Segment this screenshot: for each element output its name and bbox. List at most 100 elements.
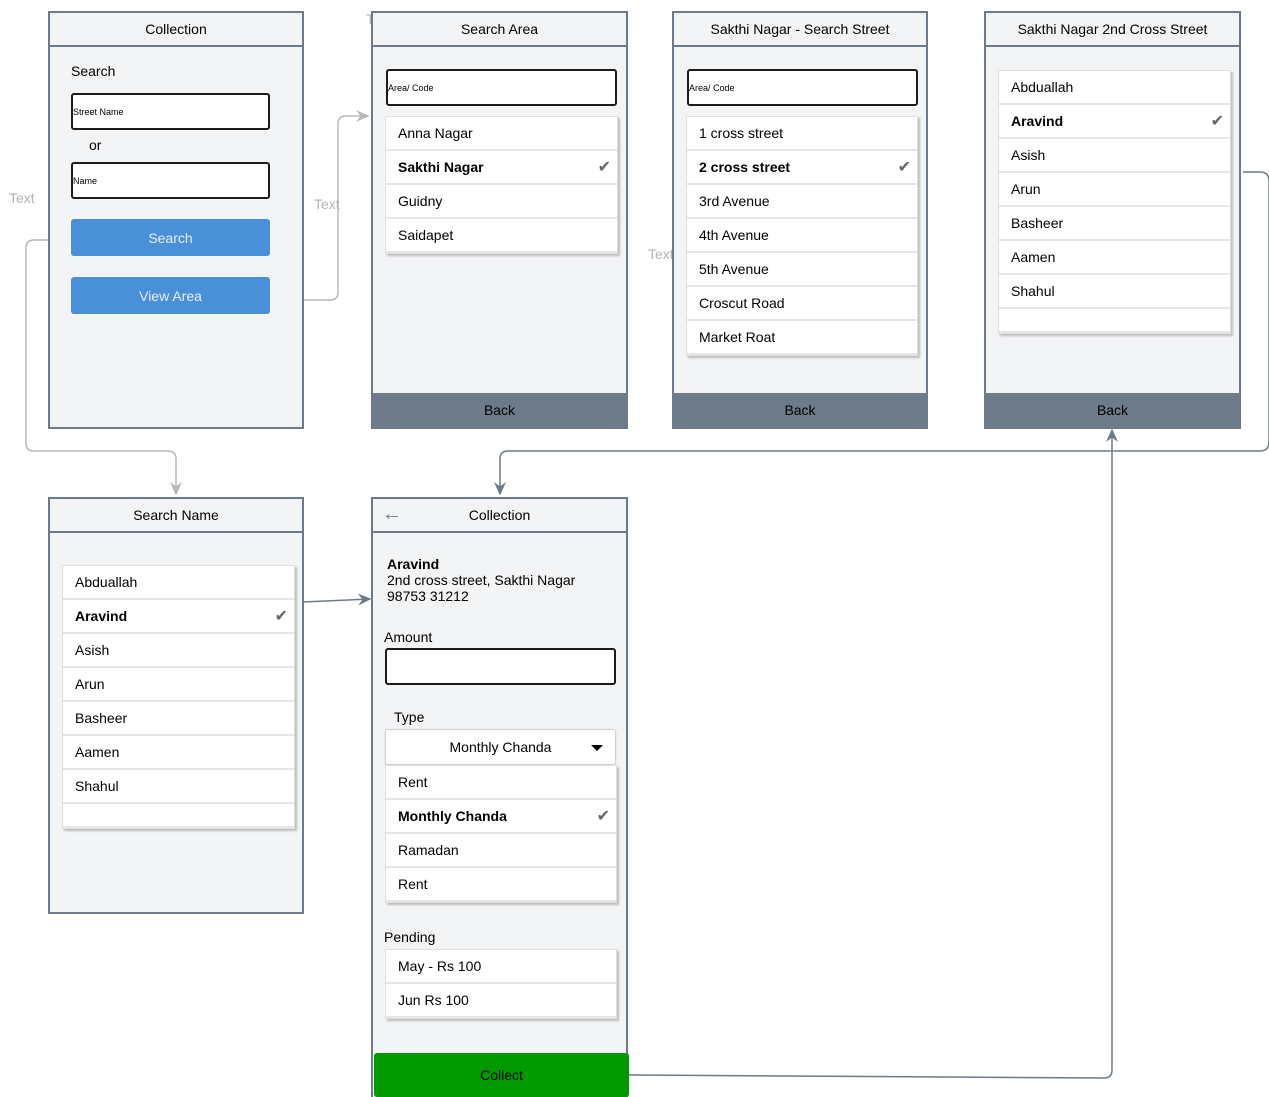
- list-item[interactable]: Shahul: [63, 770, 294, 804]
- list-item[interactable]: Shahul: [999, 275, 1230, 309]
- amount-input[interactable]: [385, 648, 616, 685]
- resident-list: Abduallah Aravind ✔ Asish Arun Basheer Aamen Sh…: [998, 70, 1231, 334]
- list-item-label: Abduallah: [75, 574, 138, 590]
- list-item-label: 4th Avenue: [699, 227, 769, 243]
- list-item[interactable]: Abduallah: [63, 566, 294, 600]
- list-item[interactable]: Rent: [386, 868, 616, 902]
- placeholder-text-label: Text: [9, 190, 35, 206]
- list-item[interactable]: 2 cross street ✔: [687, 151, 917, 185]
- area-code-input[interactable]: Area/ Code: [386, 69, 617, 106]
- screen-title: Search Area: [373, 13, 626, 47]
- list-item-label: Asish: [1011, 147, 1046, 163]
- list-item-label: 2 cross street: [699, 159, 791, 175]
- list-item[interactable]: Abduallah: [999, 71, 1230, 105]
- screen-title: Collection: [50, 13, 302, 47]
- screen-title-text: Collection: [468, 507, 531, 523]
- type-select[interactable]: Monthly Chanda: [385, 729, 616, 765]
- name-input[interactable]: Name: [71, 162, 270, 199]
- list-item[interactable]: Aamen: [999, 241, 1230, 275]
- list-item[interactable]: Asish: [63, 634, 294, 668]
- list-item-label: Ramadan: [398, 842, 459, 858]
- street-name-input[interactable]: Street Name: [71, 93, 270, 130]
- back-button[interactable]: Back: [373, 393, 626, 427]
- checkmark-icon: ✔: [274, 608, 288, 625]
- list-item-label: Abduallah: [1011, 79, 1074, 95]
- list-item-label: 5th Avenue: [699, 261, 769, 277]
- search-label: Search: [71, 63, 116, 79]
- list-item[interactable]: Guidny: [386, 185, 617, 219]
- list-item[interactable]: Market Roat: [687, 321, 917, 355]
- checkmark-icon: ✔: [596, 808, 610, 825]
- list-item-label: Aravind: [75, 608, 128, 624]
- list-item[interactable]: Jun Rs 100: [386, 984, 616, 1018]
- list-item-label: Shahul: [1011, 283, 1055, 299]
- list-item[interactable]: Rent: [386, 766, 616, 800]
- list-item-label: Arun: [1011, 181, 1041, 197]
- list-item[interactable]: Aamen: [63, 736, 294, 770]
- list-item[interactable]: Aravind ✔: [999, 105, 1230, 139]
- view-area-button[interactable]: View Area: [71, 277, 270, 314]
- screen-collection-search: Collection Search Street Name or Name Se…: [48, 11, 304, 429]
- screen-search-area: Search Area Area/ Code Anna Nagar Sakthi …: [371, 11, 628, 429]
- list-item[interactable]: 3rd Avenue: [687, 185, 917, 219]
- customer-info: Aravind 2nd cross street, Sakthi Nagar 9…: [387, 556, 575, 604]
- list-item[interactable]: Aravind ✔: [63, 600, 294, 634]
- list-item[interactable]: Ramadan: [386, 834, 616, 868]
- list-item[interactable]: [999, 309, 1230, 333]
- list-item-label: 1 cross street: [699, 125, 784, 141]
- checkmark-icon: ✔: [597, 159, 611, 176]
- list-item[interactable]: [63, 804, 294, 828]
- list-item-label: Asish: [75, 642, 110, 658]
- type-label: Type: [394, 709, 425, 725]
- list-item[interactable]: Arun: [999, 173, 1230, 207]
- list-item-label: May - Rs 100: [398, 958, 482, 974]
- collect-button[interactable]: Collect: [374, 1053, 629, 1097]
- list-item[interactable]: Monthly Chanda ✔: [386, 800, 616, 834]
- list-item-label: Aravind: [1011, 113, 1064, 129]
- list-item-label: 3rd Avenue: [699, 193, 770, 209]
- screen-title: Sakthi Nagar 2nd Cross Street: [986, 13, 1239, 47]
- type-options-list: Rent Monthly Chanda ✔ Ramadan Rent: [385, 765, 617, 903]
- list-item[interactable]: May - Rs 100: [386, 950, 616, 984]
- checkmark-icon: ✔: [1210, 113, 1224, 130]
- list-item-label: Arun: [75, 676, 105, 692]
- area-code-input[interactable]: Area/ Code: [687, 69, 918, 106]
- list-item-label: Aamen: [75, 744, 120, 760]
- list-item[interactable]: Asish: [999, 139, 1230, 173]
- list-item[interactable]: Basheer: [999, 207, 1230, 241]
- back-arrow-icon[interactable]: ←: [382, 503, 402, 526]
- list-item-label: Monthly Chanda: [398, 808, 507, 824]
- screen-search-name: Search Name Abduallah Aravind ✔ Asish Arun Ba…: [48, 497, 304, 914]
- list-item-label: Basheer: [75, 710, 128, 726]
- connector-search-name-to-collection: [302, 593, 372, 606]
- name-list: Abduallah Aravind ✔ Asish Arun Basheer Aamen Sh…: [62, 565, 295, 829]
- list-item-label: Jun Rs 100: [398, 992, 469, 1008]
- list-item[interactable]: Anna Nagar: [386, 117, 617, 151]
- customer-address: 2nd cross street, Sakthi Nagar: [387, 572, 576, 588]
- list-item[interactable]: Croscut Road: [687, 287, 917, 321]
- pending-list: May - Rs 100 Jun Rs 100: [385, 949, 617, 1019]
- type-selected-value: Monthly Chanda: [449, 739, 552, 755]
- list-item[interactable]: 5th Avenue: [687, 253, 917, 287]
- list-item-label: Rent: [398, 774, 428, 790]
- amount-label: Amount: [384, 629, 433, 645]
- list-item-label: Rent: [398, 876, 428, 892]
- back-button[interactable]: Back: [986, 393, 1239, 427]
- connector-collect-to-back: [628, 428, 1118, 1079]
- list-item[interactable]: Sakthi Nagar ✔: [386, 151, 617, 185]
- list-item[interactable]: Arun: [63, 668, 294, 702]
- list-item[interactable]: 1 cross street: [687, 117, 917, 151]
- list-item-label: Croscut Road: [699, 295, 785, 311]
- list-item-label: Saidapet: [398, 227, 454, 243]
- list-item[interactable]: Basheer: [63, 702, 294, 736]
- list-item-label: Market Roat: [699, 329, 776, 345]
- screen-collection-form: ← Collection Aravind 2nd cross street, S…: [371, 497, 629, 1097]
- list-item-label: Aamen: [1011, 249, 1056, 265]
- list-item[interactable]: 4th Avenue: [687, 219, 917, 253]
- customer-name: Aravind: [387, 556, 440, 572]
- or-label: or: [89, 137, 102, 153]
- back-button[interactable]: Back: [674, 393, 926, 427]
- placeholder-text-label: Text: [648, 246, 674, 262]
- list-item[interactable]: Saidapet: [386, 219, 617, 253]
- search-button[interactable]: Search: [71, 219, 270, 256]
